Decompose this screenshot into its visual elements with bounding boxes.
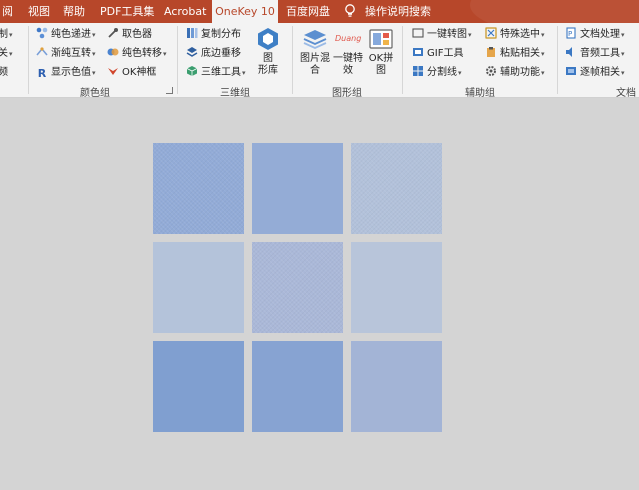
slide-canvas	[0, 99, 639, 490]
chevron-down-icon: ▾	[92, 69, 96, 77]
aux-functions-button[interactable]: 辅助功能▾	[485, 65, 545, 81]
speaker-icon	[566, 47, 572, 57]
cube-icon	[186, 66, 198, 76]
ok-collage-button[interactable]: OK拼 图	[366, 27, 396, 77]
bottom-edge-align-button[interactable]: 底边垂移	[186, 46, 241, 62]
color-picker-button[interactable]: 取色器	[107, 27, 152, 43]
copy-distribute-icon	[187, 28, 198, 38]
dialog-launcher-icon[interactable]	[166, 87, 173, 94]
lightbulb-icon[interactable]	[344, 4, 356, 18]
grid-tile[interactable]	[153, 242, 244, 333]
copy-distribute-button[interactable]: 复制分布	[186, 27, 241, 43]
grid-tile[interactable]	[153, 143, 244, 234]
duang-icon: Duang	[335, 34, 362, 43]
paste-related-button[interactable]: 粘贴相关▾	[485, 46, 545, 62]
chevron-down-icon: ▾	[9, 50, 13, 58]
color-transfer-button[interactable]: 纯色转移▾	[107, 46, 167, 62]
audio-tools-button[interactable]: 音频工具▾	[565, 46, 625, 62]
decorative-swirl	[470, 0, 639, 23]
group-label-3d: 三维组	[220, 88, 250, 98]
grid-tile[interactable]	[252, 341, 343, 432]
shape-library-button[interactable]: 图 形库	[252, 27, 284, 77]
document-icon: P	[566, 27, 576, 39]
select-target-icon	[485, 27, 497, 39]
group-label-color: 颜色组	[80, 88, 110, 98]
one-click-to-image-button[interactable]: 一键转图▾	[412, 27, 472, 43]
layers-icon	[186, 47, 198, 57]
grid-tile[interactable]	[351, 143, 442, 234]
ribbon-panel: 制▾ 关▾ 频 纯色递进▾ 渐纯互转▾ R显示色值▾ 取色器 纯色转移▾ OK神…	[0, 23, 639, 98]
frame-by-frame-button[interactable]: 逐帧相关▾	[565, 65, 625, 81]
chevron-down-icon: ▾	[541, 69, 545, 77]
stacked-images-icon	[303, 30, 327, 49]
tab-baidu-netdisk[interactable]: 百度网盘	[286, 0, 330, 23]
chevron-down-icon: ▾	[541, 31, 545, 39]
ok-frame-icon	[108, 68, 118, 75]
chevron-down-icon: ▾	[541, 50, 545, 58]
chevron-down-icon: ▾	[92, 31, 96, 39]
group-label-doc: 文档	[616, 88, 636, 98]
grid-split-icon	[413, 66, 423, 76]
chevron-down-icon: ▾	[92, 50, 96, 58]
svg-text:P: P	[568, 30, 572, 38]
grid-tile[interactable]	[351, 242, 442, 333]
special-select-button[interactable]: 特殊选中▾	[485, 27, 545, 43]
ribbon-item-left-2[interactable]: 关▾	[0, 46, 13, 62]
chevron-down-icon: ▾	[163, 50, 167, 58]
chevron-down-icon: ▾	[9, 31, 13, 39]
document-processing-button[interactable]: P 文档处理▾	[565, 27, 625, 43]
letter-r-icon: R	[37, 67, 47, 80]
collage-icon	[369, 29, 393, 49]
one-click-effect-button[interactable]: Duang 一键特 效	[332, 27, 364, 77]
show-color-value-button[interactable]: R 显示色值▾	[36, 65, 96, 81]
divider-line-button[interactable]: 分割线▾	[412, 65, 462, 81]
tab-acrobat[interactable]: Acrobat	[164, 0, 206, 23]
3d-tools-button[interactable]: 三维工具▾	[186, 65, 246, 81]
group-divider	[177, 26, 178, 94]
solid-gradient-button[interactable]: 纯色递进▾	[36, 27, 96, 43]
grid-tile[interactable]	[153, 341, 244, 432]
grid-tile[interactable]	[252, 143, 343, 234]
grid-tile[interactable]	[351, 341, 442, 432]
group-label-aux: 辅助组	[465, 88, 495, 98]
group-divider	[28, 26, 29, 94]
color-dots-icon	[36, 27, 48, 39]
tab-pdf-tools[interactable]: PDF工具集	[100, 0, 154, 23]
tab-view[interactable]: 视图	[28, 0, 50, 23]
chevron-down-icon: ▾	[621, 50, 625, 58]
eyedropper-icon	[108, 28, 118, 38]
image-convert-icon	[412, 28, 424, 38]
gradient-swap-icon	[36, 47, 48, 56]
chevron-down-icon: ▾	[468, 31, 472, 39]
color-transfer-icon	[107, 48, 119, 56]
gif-tool-button[interactable]: GIF工具	[412, 46, 463, 62]
chevron-down-icon: ▾	[621, 69, 625, 77]
group-divider	[557, 26, 558, 94]
chevron-down-icon: ▾	[621, 31, 625, 39]
chevron-down-icon: ▾	[242, 69, 246, 77]
gear-icon	[486, 66, 496, 76]
hexagon-icon	[258, 28, 278, 50]
chevron-down-icon: ▾	[458, 69, 462, 77]
ribbon-item-left-3[interactable]: 频	[0, 65, 8, 81]
gradient-convert-button[interactable]: 渐纯互转▾	[36, 46, 96, 62]
group-divider	[402, 26, 403, 94]
ok-frame-button[interactable]: OK神框	[107, 65, 156, 81]
tab-help[interactable]: 帮助	[63, 0, 85, 23]
ribbon-item-left-1[interactable]: 制▾	[0, 27, 13, 43]
tab-onekey[interactable]: OneKey 10	[212, 0, 278, 23]
tab-review-partial[interactable]: 阅	[2, 0, 13, 23]
image-blend-button[interactable]: 图片混 合	[298, 27, 332, 77]
ribbon-tab-bar: 阅 视图 帮助 PDF工具集 Acrobat OneKey 10 百度网盘 操作…	[0, 0, 639, 23]
group-divider	[292, 26, 293, 94]
paste-icon	[487, 47, 495, 57]
grid-tile[interactable]	[252, 242, 343, 333]
tell-me-search[interactable]: 操作说明搜索	[365, 0, 431, 23]
group-label-shape: 图形组	[332, 88, 362, 98]
gif-icon	[413, 48, 423, 56]
film-frame-icon	[566, 67, 576, 75]
